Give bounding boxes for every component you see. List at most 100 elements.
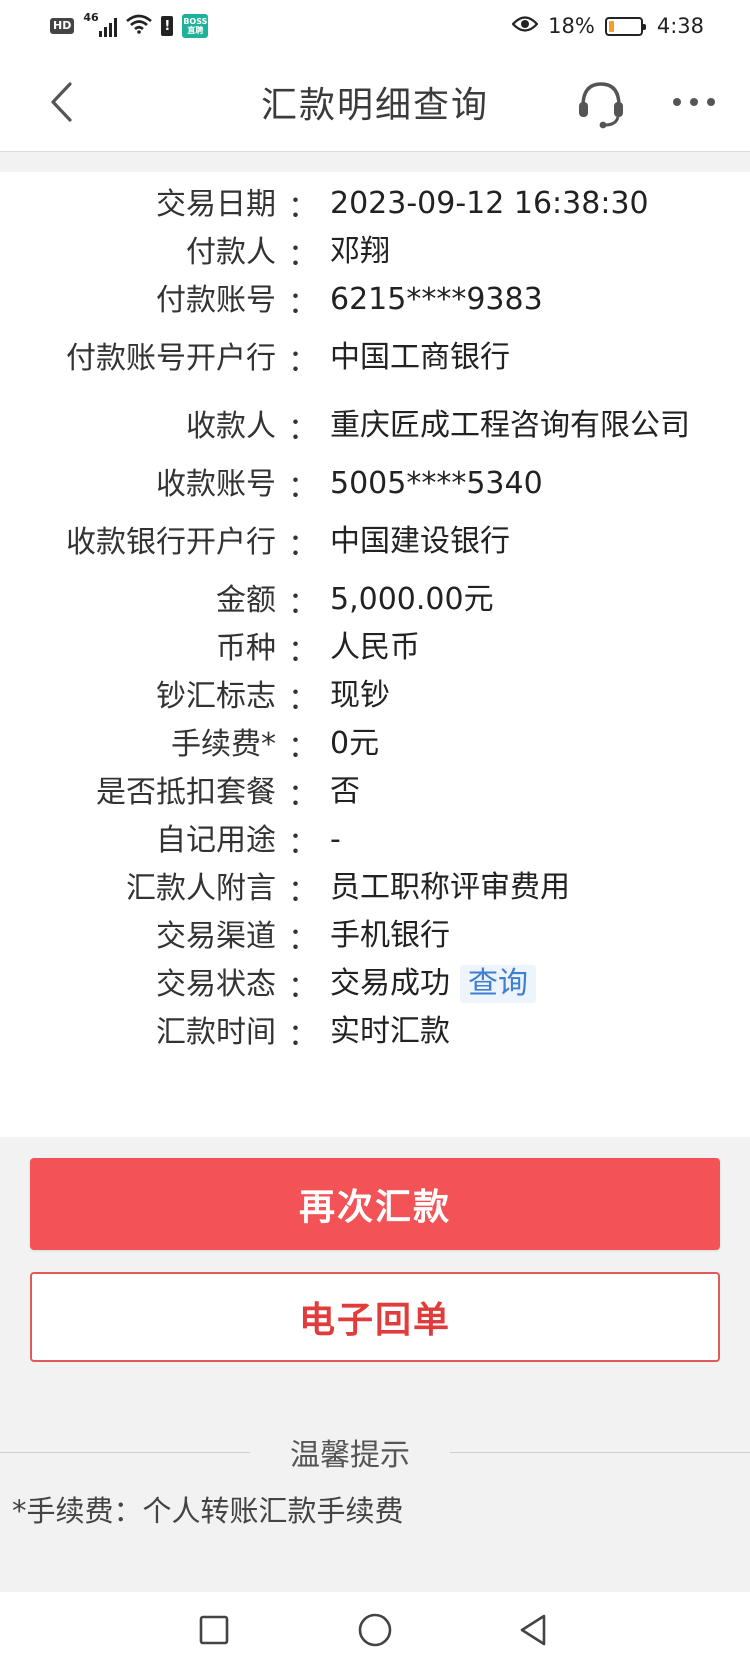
- detail-row: 付款账号开户行 ： 中国工商银行: [0, 324, 750, 392]
- detail-row: 收款人 ： 重庆匠成工程咨询有限公司: [0, 392, 750, 460]
- customer-service-button[interactable]: [570, 72, 632, 134]
- query-status-link[interactable]: 查询: [460, 965, 536, 1003]
- battery-percent: 18%: [548, 14, 595, 38]
- triangle-back-icon: [520, 1614, 546, 1646]
- detail-colon: ：: [288, 344, 318, 379]
- square-icon: [199, 1615, 229, 1645]
- detail-row: 金额 ： 5,000.00元: [0, 576, 750, 624]
- detail-value: 2023-09-12 16:38:30: [330, 186, 649, 221]
- detail-value: 中国工商银行: [330, 340, 510, 375]
- detail-value: 5005****5340: [330, 466, 543, 501]
- detail-value-wrap: 现钞: [330, 679, 740, 713]
- detail-value-wrap: 2023-09-12 16:38:30: [330, 187, 740, 221]
- signal-icon: 46: [83, 11, 118, 37]
- detail-value-wrap: 员工职称评审费用: [330, 871, 740, 905]
- divider: [0, 1451, 250, 1453]
- detail-colon: ：: [288, 528, 318, 563]
- detail-colon: ：: [288, 286, 318, 321]
- detail-value-wrap: 手机银行: [330, 919, 740, 953]
- detail-colon: ：: [288, 730, 318, 765]
- status-right: 18% 4:38: [511, 14, 704, 38]
- detail-value-wrap: 5,000.00元: [330, 583, 740, 617]
- detail-label: 汇款时间: [156, 1014, 276, 1050]
- detail-row: 自记用途 ： -: [0, 816, 750, 864]
- network-type: 46: [83, 11, 99, 24]
- recent-apps-button[interactable]: [188, 1604, 240, 1656]
- detail-value-wrap: 6215****9383: [330, 283, 740, 317]
- divider: [450, 1451, 750, 1453]
- detail-value-wrap: 实时汇款: [330, 1015, 740, 1049]
- back-button[interactable]: [36, 74, 86, 130]
- detail-colon: ：: [288, 778, 318, 813]
- tips-section-header: 温馨提示: [0, 1430, 750, 1474]
- detail-label: 收款人: [186, 408, 276, 444]
- detail-value-wrap: 5005****5340: [330, 467, 740, 501]
- battery-fill: [608, 20, 615, 32]
- detail-value-wrap: 中国建设银行: [330, 525, 740, 559]
- detail-value-wrap: 重庆匠成工程咨询有限公司: [330, 409, 740, 443]
- detail-label: 收款银行开户行: [66, 524, 276, 560]
- detail-colon: ：: [288, 1018, 318, 1053]
- tip-text: *手续费：个人转账汇款手续费: [12, 1494, 404, 1528]
- detail-value: 0元: [330, 726, 380, 761]
- detail-label: 汇款人附言: [126, 870, 276, 906]
- detail-label: 付款账号: [156, 282, 276, 318]
- detail-label: 币种: [216, 630, 276, 666]
- detail-value-wrap: 人民币: [330, 631, 740, 665]
- detail-row: 汇款时间 ： 实时汇款: [0, 1008, 750, 1056]
- tips-title: 温馨提示: [290, 1438, 410, 1473]
- detail-colon: ：: [288, 826, 318, 861]
- page-title: 汇款明细查询: [260, 85, 489, 126]
- detail-row: 交易状态 ： 交易成功 查询: [0, 960, 750, 1008]
- detail-value: 手机银行: [330, 918, 450, 953]
- detail-row: 付款账号 ： 6215****9383: [0, 276, 750, 324]
- detail-row: 汇款人附言 ： 员工职称评审费用: [0, 864, 750, 912]
- detail-label: 交易渠道: [156, 918, 276, 954]
- detail-value: 交易成功: [330, 966, 450, 1001]
- status-left: HD 46 ! BOSS 直聘: [50, 11, 209, 39]
- detail-value-wrap: 交易成功 查询: [330, 965, 740, 1003]
- detail-colon: ：: [288, 634, 318, 669]
- detail-value: -: [330, 822, 341, 857]
- wifi-icon: [126, 14, 153, 39]
- detail-value: 中国建设银行: [330, 524, 510, 559]
- more-button[interactable]: [664, 74, 724, 130]
- detail-row: 收款账号 ： 5005****5340: [0, 460, 750, 508]
- detail-colon: ：: [288, 190, 318, 225]
- home-button[interactable]: [349, 1604, 401, 1656]
- detail-colon: ：: [288, 470, 318, 505]
- detail-value: 5,000.00元: [330, 582, 494, 617]
- detail-value: 实时汇款: [330, 1014, 450, 1049]
- detail-colon: ：: [288, 970, 318, 1005]
- detail-row: 是否抵扣套餐 ： 否: [0, 768, 750, 816]
- detail-label: 手续费*: [171, 726, 276, 762]
- detail-label: 交易日期: [156, 186, 276, 222]
- detail-colon: ：: [288, 238, 318, 273]
- battery-icon: [604, 16, 646, 36]
- detail-value-wrap: 中国工商银行: [330, 341, 740, 375]
- detail-value-wrap: 否: [330, 775, 740, 809]
- detail-value: 重庆匠成工程咨询有限公司: [330, 408, 690, 443]
- back-nav-button[interactable]: [508, 1604, 560, 1656]
- detail-row: 交易日期 ： 2023-09-12 16:38:30: [0, 180, 750, 228]
- detail-row: 币种 ： 人民币: [0, 624, 750, 672]
- detail-row: 付款人 ： 邓翔: [0, 228, 750, 276]
- detail-row: 手续费* ： 0元: [0, 720, 750, 768]
- detail-colon: ：: [288, 874, 318, 909]
- detail-label: 收款账号: [156, 466, 276, 502]
- detail-value: 现钞: [330, 678, 390, 713]
- detail-label: 付款人: [186, 234, 276, 270]
- detail-value: 员工职称评审费用: [330, 870, 570, 905]
- app-header: 汇款明细查询: [0, 52, 750, 152]
- circle-icon: [358, 1613, 392, 1647]
- detail-colon: ：: [288, 586, 318, 621]
- detail-value-wrap: 邓翔: [330, 235, 740, 269]
- status-bar: HD 46 ! BOSS 直聘 18% 4:38: [0, 0, 750, 52]
- chevron-left-icon: [51, 82, 72, 122]
- detail-row: 钞汇标志 ： 现钞: [0, 672, 750, 720]
- e-receipt-button[interactable]: 电子回单: [30, 1272, 720, 1362]
- remit-again-button[interactable]: 再次汇款: [30, 1158, 720, 1250]
- detail-value: 邓翔: [330, 234, 390, 269]
- hd-badge: HD: [50, 18, 75, 34]
- detail-label: 付款账号开户行: [66, 340, 276, 376]
